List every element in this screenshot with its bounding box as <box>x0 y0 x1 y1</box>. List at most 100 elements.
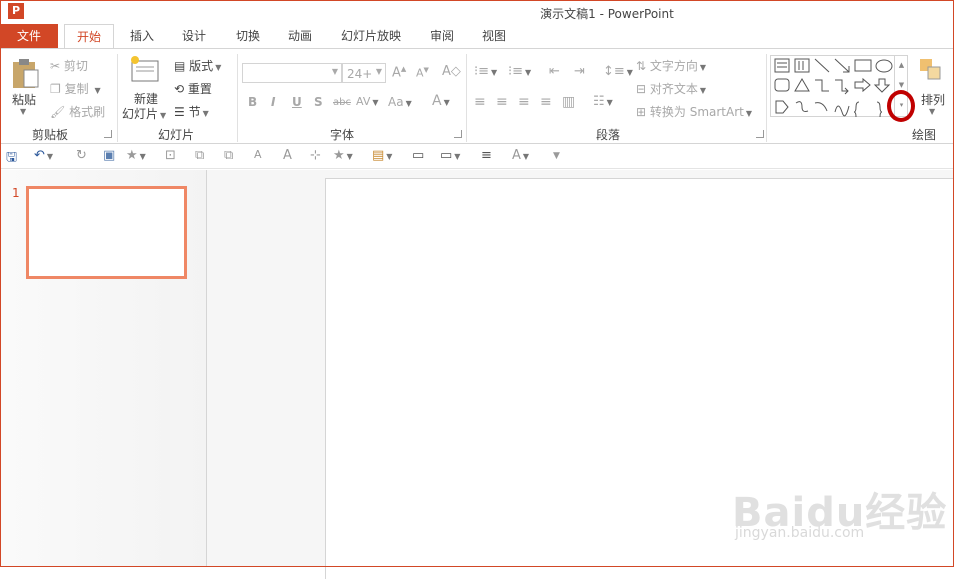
resize-icon[interactable]: ⊹ <box>310 148 321 163</box>
clear-format-icon[interactable]: A◇ <box>442 64 461 79</box>
font-size-combo[interactable]: 24+ ▼ <box>342 63 386 83</box>
strikethrough-button[interactable]: abc <box>333 97 351 108</box>
tab-file[interactable]: 文件 <box>0 24 58 48</box>
new-slide-label-2-text: 幻灯片 <box>122 107 159 121</box>
bring-forward-icon[interactable]: ⧉ <box>195 148 204 163</box>
rounded-rect-shape-icon <box>774 78 790 92</box>
cut-button[interactable]: ✂ 剪切 <box>50 57 88 74</box>
align-text-button[interactable]: ⊟ 对齐文本 ▼ <box>636 80 706 97</box>
new-slide-button[interactable] <box>130 55 160 83</box>
tab-animations[interactable]: 动画 <box>276 24 324 48</box>
italic-button[interactable]: I <box>271 95 275 109</box>
pentagon-shape-icon <box>775 100 789 114</box>
connector-shape-icon <box>815 79 829 92</box>
tab-slideshow[interactable]: 幻灯片放映 <box>330 24 412 48</box>
section-icon: ☰ <box>174 105 185 119</box>
customize-qat-icon[interactable]: ▼ <box>553 151 560 161</box>
tab-review[interactable]: 审阅 <box>418 24 466 48</box>
justify-icon[interactable]: ≡ <box>540 94 552 110</box>
change-case-button[interactable]: Aa ▼ <box>388 95 412 109</box>
textbox-dropdown-icon[interactable]: ▭ ▼ <box>440 148 460 163</box>
line-spacing-icon: ↕≡ <box>603 64 625 79</box>
new-slide-icon <box>131 56 159 82</box>
paragraph-launcher-icon[interactable] <box>756 130 764 138</box>
paragraph-group-label: 段落 <box>596 128 621 142</box>
text-direction-button[interactable]: ⇅ 文字方向 ▼ <box>636 57 706 74</box>
align-left-icon[interactable]: ≡ <box>474 94 486 110</box>
convert-smartart-button[interactable]: ⊞ 转换为 SmartArt ▼ <box>636 103 752 120</box>
section-button[interactable]: ☰ 节 ▼ <box>174 103 209 120</box>
paste-button[interactable] <box>10 57 40 89</box>
tab-transitions[interactable]: 切换 <box>224 24 272 48</box>
slide-number: 1 <box>12 186 20 200</box>
slide-thumbnail-pane: 1 <box>0 170 207 567</box>
numbering-button[interactable]: ⁝≡ ▼ <box>508 64 531 79</box>
right-brace-shape-icon <box>876 101 883 117</box>
star-icon[interactable]: ★ ▼ <box>126 148 146 163</box>
line-spacing-button[interactable]: ↕≡ ▼ <box>603 64 633 79</box>
align-center-icon[interactable]: ≡ <box>496 94 508 110</box>
arrow-shape-icon <box>834 58 850 73</box>
format-painter-button[interactable]: 🖌 格式刷 <box>50 103 105 120</box>
save-icon[interactable]: 🖫 <box>6 148 17 170</box>
shapes-grid <box>774 58 893 117</box>
font-color-icon[interactable]: A ▼ <box>512 148 529 163</box>
scissors-icon: ✂ <box>50 59 61 73</box>
tab-home[interactable]: 开始 <box>64 24 114 49</box>
group-icon[interactable]: ⊡ <box>165 148 176 163</box>
font-size-value: 24+ <box>347 67 373 81</box>
char-spacing-button[interactable]: AV ▼ <box>356 95 379 108</box>
tab-view[interactable]: 视图 <box>470 24 518 48</box>
clipboard-launcher-icon[interactable] <box>104 130 112 138</box>
down-arrow-shape-icon <box>873 78 891 93</box>
grow-font-icon[interactable]: A <box>283 148 292 163</box>
decrease-indent-icon[interactable]: ⇤ <box>549 64 560 79</box>
section-label: 节 <box>188 105 201 119</box>
arrange-button[interactable] <box>918 57 944 85</box>
format-icon[interactable]: ▤ ▼ <box>372 148 392 163</box>
layout-button[interactable]: ▤ 版式 ▼ <box>174 57 221 74</box>
shape-effects-icon[interactable]: ★ ▼ <box>333 148 353 163</box>
char-spacing-label: AV <box>356 95 371 108</box>
ribbon-tabs: 文件 开始 插入 设计 切换 动画 幻灯片放映 审阅 视图 <box>0 24 954 49</box>
tab-insert[interactable]: 插入 <box>118 24 166 48</box>
shrink-font-button[interactable]: A▼ <box>416 66 429 80</box>
align-center-icon[interactable]: ≡ <box>481 148 492 163</box>
format-painter-label: 格式刷 <box>69 105 106 119</box>
arrange-dropdown-icon[interactable]: ▼ <box>929 107 935 116</box>
shrink-font-icon[interactable]: A <box>254 148 262 161</box>
increase-indent-icon[interactable]: ⇥ <box>574 64 585 79</box>
oval-shape-icon <box>875 59 893 73</box>
reset-label: 重置 <box>187 82 212 96</box>
font-group-label: 字体 <box>330 128 355 142</box>
slide-thumbnail[interactable] <box>26 186 187 279</box>
paste-dropdown-icon[interactable]: ▼ <box>20 107 26 116</box>
undo-icon[interactable]: ↶ ▼ <box>34 148 53 163</box>
arrange-icon <box>920 59 941 80</box>
grow-font-button[interactable]: A▲ <box>392 65 406 80</box>
text-box-shape-icon <box>774 58 790 73</box>
copy-button[interactable]: ❐ 复制 ▼ <box>50 80 101 97</box>
tab-design[interactable]: 设计 <box>170 24 218 48</box>
redo-icon[interactable]: ↻ <box>76 148 87 163</box>
bullets-icon: ⁝≡ <box>474 64 490 79</box>
send-backward-icon[interactable]: ⧉ <box>224 148 233 163</box>
chevron-down-icon: ▼ <box>331 67 338 76</box>
font-name-combo[interactable]: ▼ <box>242 63 342 83</box>
picture-icon[interactable]: ▣ <box>103 148 115 163</box>
distributed-icon[interactable]: ▥ <box>562 94 575 110</box>
font-color-button[interactable]: A ▼ <box>432 93 450 109</box>
align-right-icon[interactable]: ≡ <box>518 94 530 110</box>
reset-button[interactable]: ⟲ 重置 <box>174 80 212 97</box>
change-case-label: Aa <box>388 95 404 109</box>
textbox-icon[interactable]: ▭ <box>412 148 424 163</box>
underline-button[interactable]: U <box>292 95 302 109</box>
columns-button[interactable]: ☷ ▼ <box>593 94 613 109</box>
shadow-button[interactable]: S <box>314 95 323 109</box>
new-slide-label-2[interactable]: 幻灯片 ▼ <box>122 105 166 122</box>
bullets-button[interactable]: ⁝≡ ▼ <box>474 64 497 79</box>
bold-button[interactable]: B <box>248 95 257 109</box>
font-launcher-icon[interactable] <box>454 130 462 138</box>
brush-icon: 🖌 <box>50 105 66 119</box>
gallery-scroll-up-icon[interactable]: ▲ <box>895 55 908 75</box>
